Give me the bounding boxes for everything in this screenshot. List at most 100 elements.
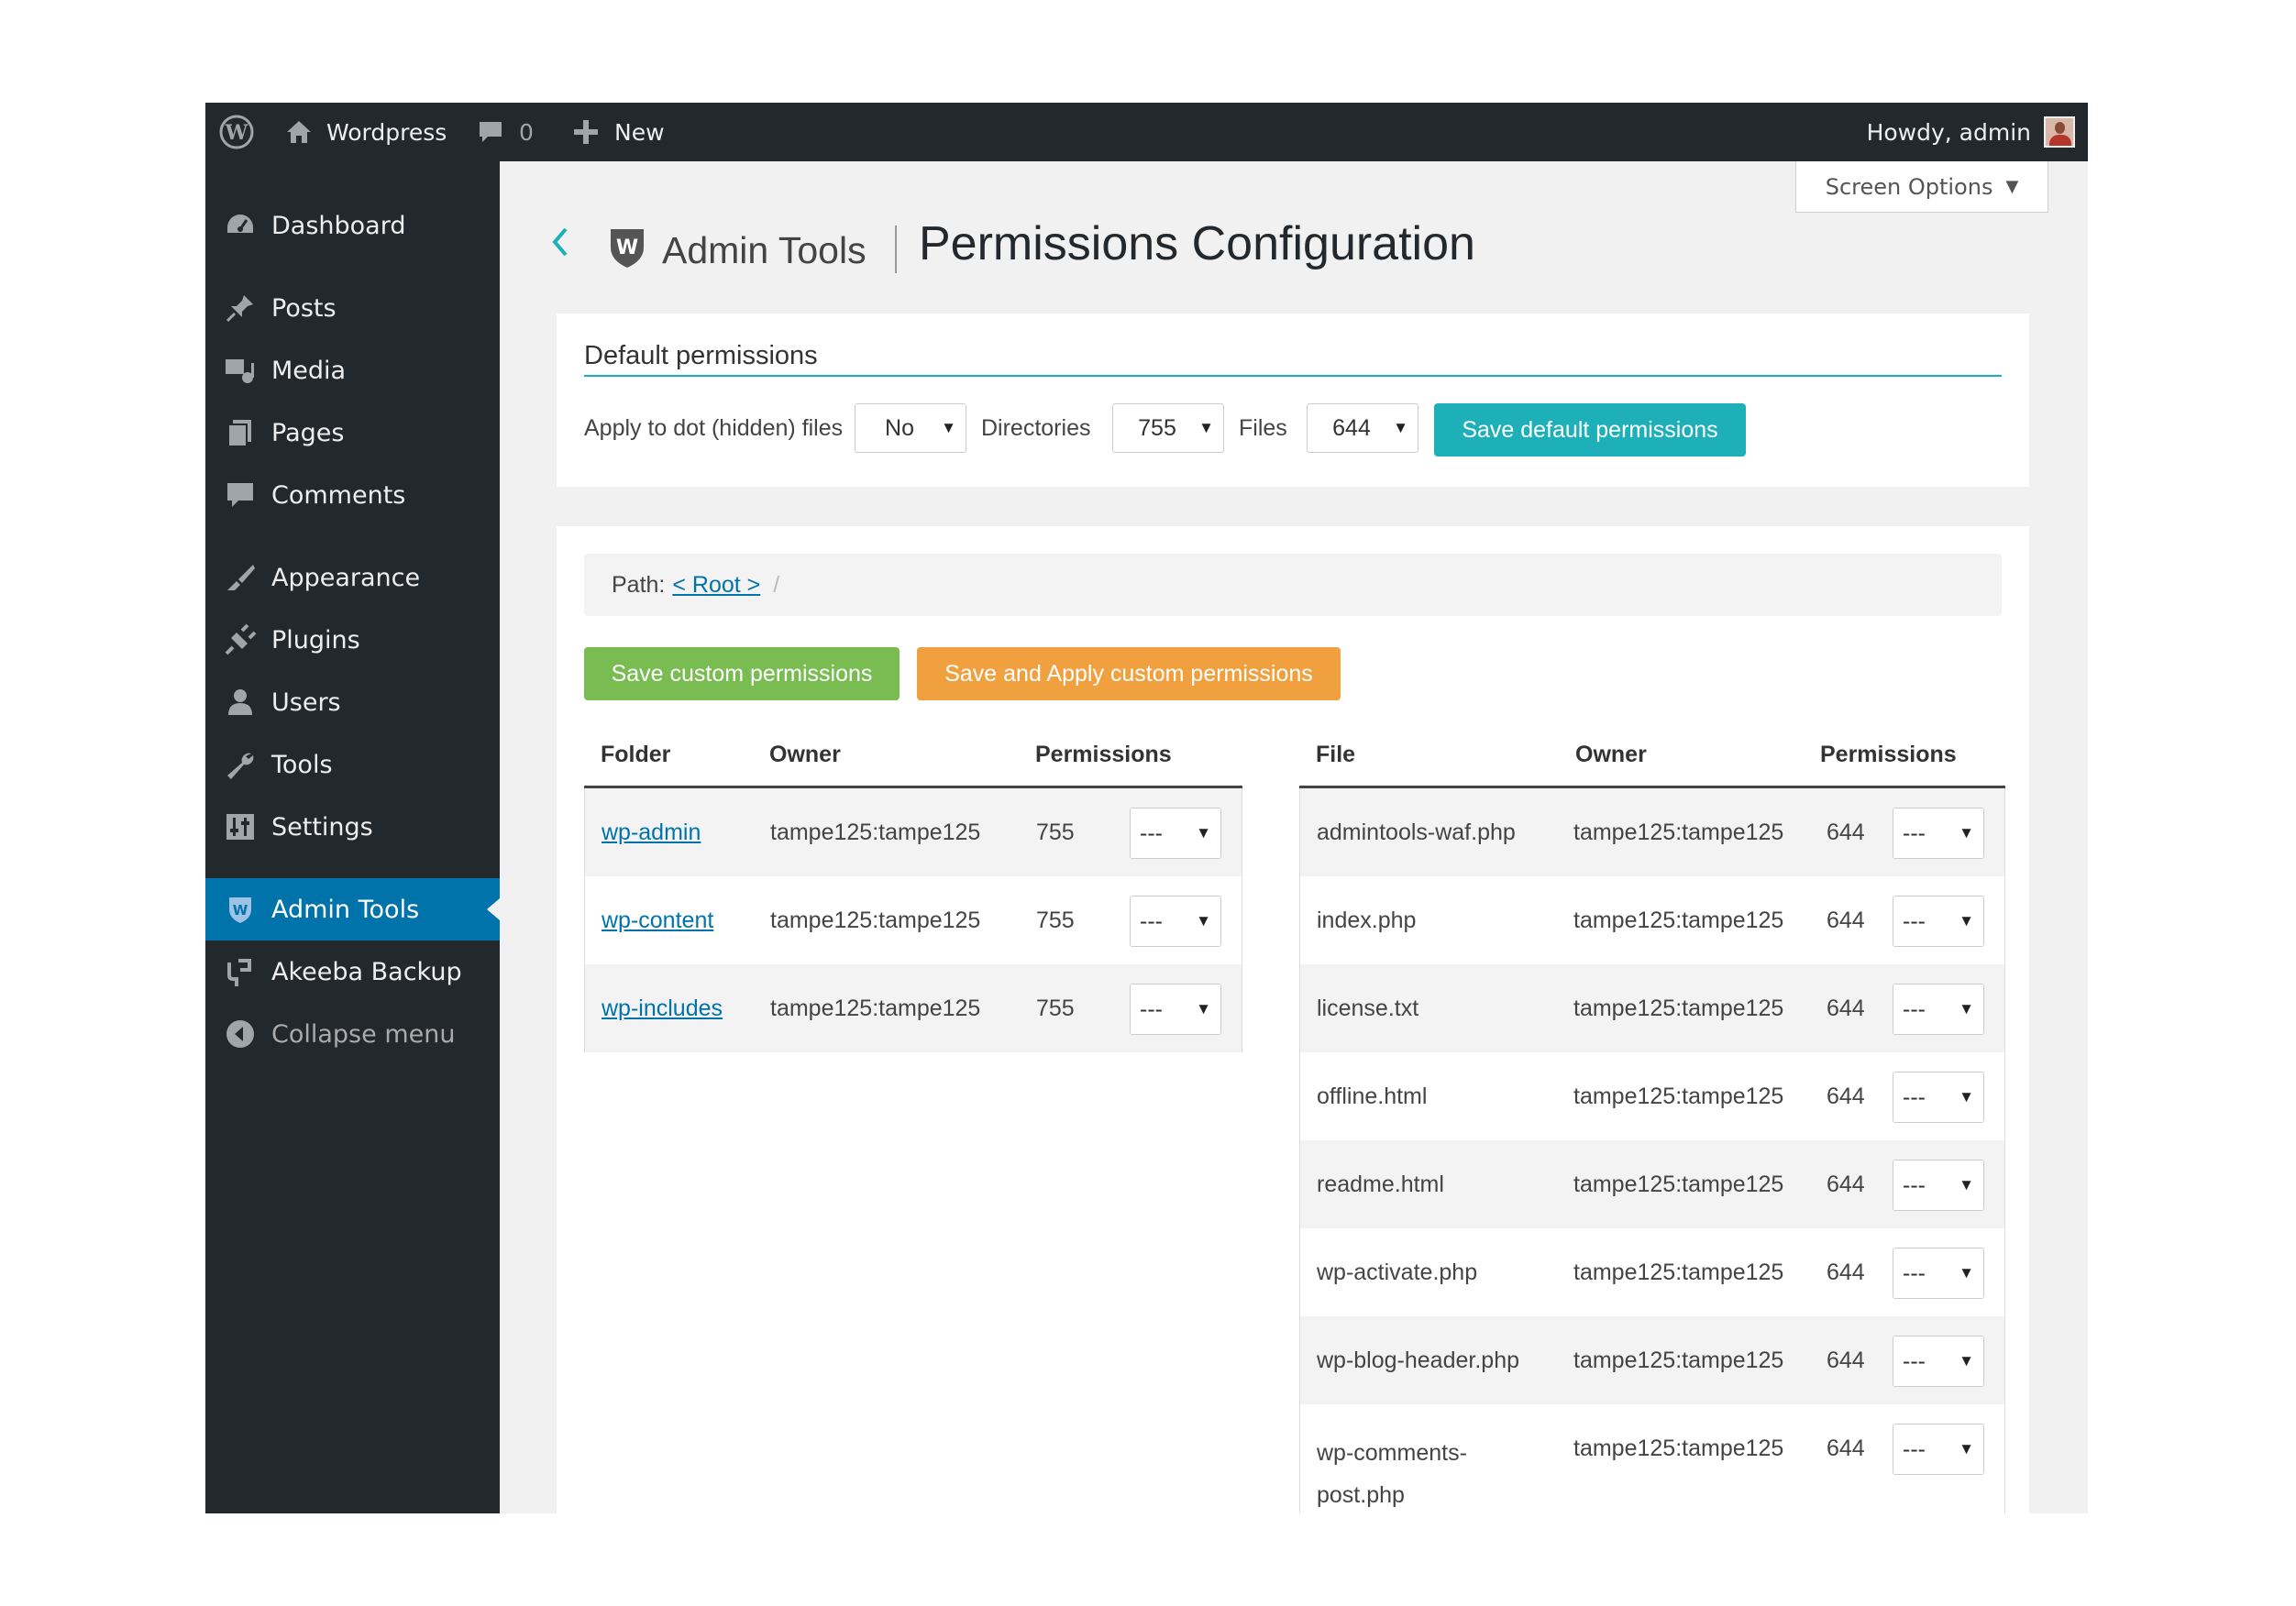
file-name: admintools-waf.php <box>1317 819 1516 845</box>
site-name: Wordpress <box>326 118 447 146</box>
heading-underline <box>584 375 2002 377</box>
back-chevron-icon[interactable] <box>549 224 569 260</box>
permissions-select[interactable]: --- ▼ <box>1893 1424 1984 1475</box>
file-permissions-column-header: Permissions <box>1820 742 1957 767</box>
directories-label: Directories <box>981 415 1091 441</box>
folder-link[interactable]: wp-content <box>602 908 713 934</box>
comment-bubble-icon <box>480 122 502 142</box>
select-value: --- <box>1903 1436 1926 1462</box>
menu-label: Posts <box>271 293 337 323</box>
collapse-icon <box>226 1020 254 1048</box>
save-default-permissions-button[interactable]: Save default permissions <box>1434 403 1746 456</box>
menu-settings[interactable]: Settings <box>205 796 500 858</box>
wordpress-logo-icon[interactable]: W <box>218 103 255 161</box>
file-name: wp-comments-post.php <box>1317 1440 1467 1508</box>
permissions-select[interactable]: --- ▼ <box>1893 1248 1984 1299</box>
menu-pages[interactable]: Pages <box>205 402 500 464</box>
admin-tools-logo-icon: W <box>611 229 644 268</box>
menu-media[interactable]: Media <box>205 339 500 402</box>
breadcrumb: Path: < Root > / <box>584 554 2002 616</box>
owner-cell: tampe125:tampe125 <box>1573 1083 1784 1109</box>
folder-link[interactable]: wp-admin <box>602 820 701 846</box>
select-value: --- <box>1903 908 1926 934</box>
menu-admin-tools[interactable]: W Admin Tools <box>205 878 500 940</box>
menu-akeeba-backup[interactable]: Akeeba Backup <box>205 940 500 1003</box>
permissions-select[interactable]: --- ▼ <box>1893 896 1984 947</box>
wp-admin-window: W Wordpress 0 New Howdy, admin Dashboard… <box>205 103 2088 1513</box>
file-name: readme.html <box>1317 1171 1444 1197</box>
collapse-menu-button[interactable]: Collapse menu <box>205 1003 500 1065</box>
save-custom-permissions-button[interactable]: Save custom permissions <box>584 647 900 700</box>
folder-table: wp-admin tampe125:tampe125 755 --- ▼ wp-… <box>584 788 1242 1052</box>
comments-link[interactable]: 0 <box>477 103 534 161</box>
admin-menu: Dashboard Posts Media Pages Comments App… <box>205 161 500 1513</box>
table-row: admintools-waf.php tampe125:tampe125 644… <box>1300 788 2004 876</box>
svg-text:W: W <box>616 236 638 259</box>
menu-label: Admin Tools <box>271 895 420 924</box>
permissions-select[interactable]: --- ▼ <box>1130 808 1221 859</box>
folder-name: wp-admin <box>602 788 701 876</box>
dot-files-select[interactable]: No ▼ <box>855 403 966 453</box>
files-select[interactable]: 644 ▼ <box>1307 403 1418 453</box>
menu-label: Dashboard <box>271 211 406 240</box>
permissions-select[interactable]: --- ▼ <box>1130 984 1221 1035</box>
folder-link[interactable]: wp-includes <box>602 996 723 1022</box>
menu-posts[interactable]: Posts <box>205 277 500 339</box>
owner-cell: tampe125:tampe125 <box>1573 1171 1784 1197</box>
folder-column-header: Folder <box>601 742 671 767</box>
owner-cell: tampe125:tampe125 <box>770 819 981 845</box>
screen-options-button[interactable]: Screen Options ▼ <box>1795 161 2048 213</box>
select-value: --- <box>1140 820 1163 846</box>
permissions-select[interactable]: --- ▼ <box>1130 896 1221 947</box>
brush-icon <box>227 565 255 590</box>
shield-icon: W <box>229 897 251 923</box>
menu-label: Appearance <box>271 563 421 592</box>
title-divider <box>895 226 897 273</box>
permissions-select[interactable]: --- ▼ <box>1893 808 1984 859</box>
user-icon <box>228 689 252 715</box>
select-value: --- <box>1903 1260 1926 1286</box>
table-row: wp-blog-header.php tampe125:tampe125 644… <box>1300 1316 2004 1404</box>
owner-cell: tampe125:tampe125 <box>1573 819 1784 845</box>
menu-label: Settings <box>271 812 373 842</box>
menu-label: Akeeba Backup <box>271 957 462 986</box>
caret-down-icon: ▼ <box>1393 419 1408 436</box>
owner-cell: tampe125:tampe125 <box>770 995 981 1021</box>
menu-plugins[interactable]: Plugins <box>205 609 500 671</box>
default-permissions-panel: Default permissions Apply to dot (hidden… <box>557 314 2029 487</box>
directories-select[interactable]: 755 ▼ <box>1112 403 1224 453</box>
menu-tools[interactable]: Tools <box>205 733 500 796</box>
path-label: Path: <box>612 571 666 598</box>
permissions-select[interactable]: --- ▼ <box>1893 1072 1984 1123</box>
permissions-select[interactable]: --- ▼ <box>1893 1336 1984 1387</box>
site-home-link[interactable]: Wordpress <box>284 103 447 161</box>
menu-appearance[interactable]: Appearance <box>205 546 500 609</box>
permissions-cell: 755 <box>1036 907 1075 933</box>
caret-down-icon: ▼ <box>1196 824 1211 842</box>
admin-bar: W Wordpress 0 New Howdy, admin <box>205 103 2088 161</box>
caret-down-icon: ▼ <box>1959 1352 1974 1370</box>
select-value: --- <box>1140 996 1163 1022</box>
permissions-select[interactable]: --- ▼ <box>1893 984 1984 1035</box>
svg-text:W: W <box>225 121 248 145</box>
save-apply-custom-permissions-button[interactable]: Save and Apply custom permissions <box>917 647 1341 700</box>
permissions-cell: 755 <box>1036 819 1075 845</box>
menu-dashboard[interactable]: Dashboard <box>205 194 500 257</box>
menu-label: Collapse menu <box>271 1019 456 1049</box>
file-name: license.txt <box>1317 995 1419 1021</box>
file-table: admintools-waf.php tampe125:tampe125 644… <box>1299 788 2005 1513</box>
account-menu[interactable]: Howdy, admin <box>1867 103 2075 161</box>
permissions-cell: 644 <box>1827 1083 1865 1109</box>
folder-owner-column-header: Owner <box>769 742 841 767</box>
new-content-link[interactable]: New <box>572 103 665 161</box>
files-label: Files <box>1239 415 1287 441</box>
folder-name: wp-content <box>602 876 713 964</box>
table-row: wp-activate.php tampe125:tampe125 644 --… <box>1300 1228 2004 1316</box>
select-value: --- <box>1140 908 1163 934</box>
menu-users[interactable]: Users <box>205 671 500 733</box>
menu-comments[interactable]: Comments <box>205 464 500 526</box>
root-link[interactable]: < Root > <box>672 572 760 599</box>
permissions-cell: 644 <box>1827 819 1865 845</box>
permissions-select[interactable]: --- ▼ <box>1893 1160 1984 1211</box>
custom-permissions-panel: Path: < Root > / Save custom permissions… <box>557 526 2029 1513</box>
